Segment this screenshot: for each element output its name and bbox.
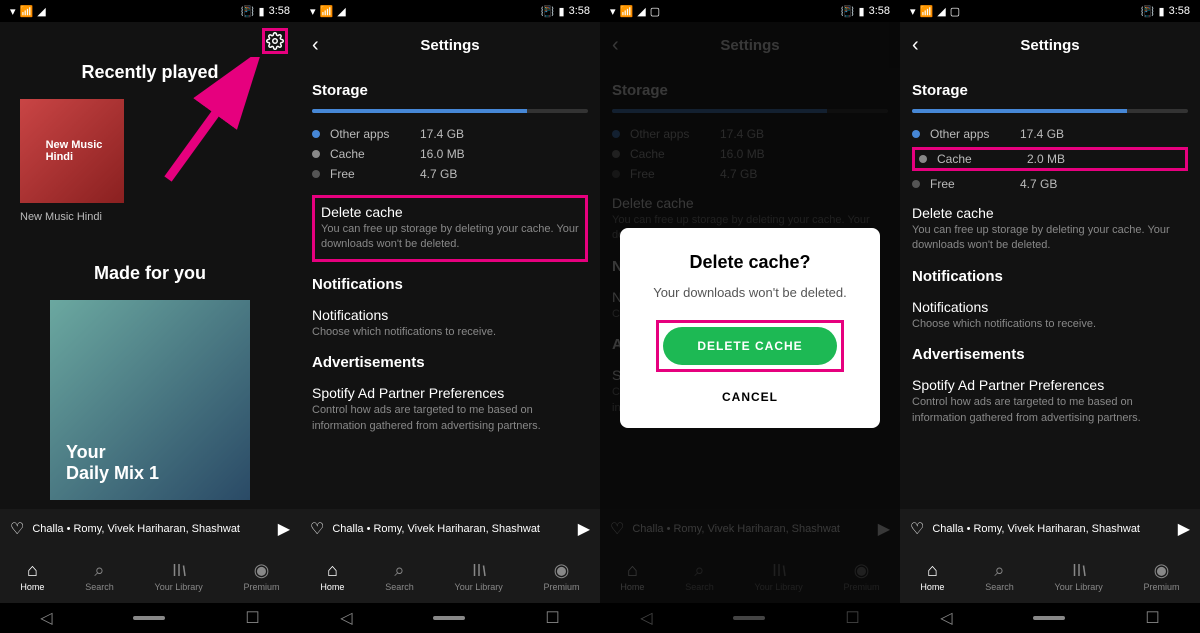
status-bar: ▾📶◢ 📳▮3:58 bbox=[300, 0, 600, 22]
nav-search[interactable]: ⌕Search bbox=[385, 560, 414, 592]
storage-cache: Cache16.0 MB bbox=[312, 147, 588, 161]
nav-search[interactable]: ⌕Search bbox=[85, 560, 114, 592]
notifications-item[interactable]: Notifications Choose which notifications… bbox=[312, 307, 588, 340]
screen-home: ▾ 📶 ◢ 📳 ▮ 3:58 Recently played New Music… bbox=[0, 0, 300, 633]
nav-search[interactable]: ⌕Search bbox=[985, 560, 1014, 592]
battery-icon: ▮ bbox=[259, 5, 265, 18]
heart-icon[interactable]: ♡ bbox=[310, 519, 324, 539]
android-recent[interactable]: ☐ bbox=[1145, 608, 1159, 628]
play-icon[interactable]: ▶ bbox=[1178, 519, 1190, 539]
ads-item[interactable]: Spotify Ad Partner Preferences Control h… bbox=[912, 377, 1188, 426]
delete-cache-button[interactable]: DELETE CACHE bbox=[663, 327, 836, 365]
heart-icon[interactable]: ♡ bbox=[10, 519, 24, 539]
play-icon[interactable]: ▶ bbox=[578, 519, 590, 539]
nav-bar: ⌂Home ⌕Search Your Library ◉Premium bbox=[300, 549, 600, 603]
status-bar: ▾ 📶 ◢ 📳 ▮ 3:58 bbox=[0, 0, 300, 22]
clock: 3:58 bbox=[269, 5, 290, 17]
search-icon: ⌕ bbox=[94, 560, 104, 580]
play-icon[interactable]: ▶ bbox=[278, 519, 290, 539]
nav-bar: ⌂Home ⌕Search Your Library ◉Premium bbox=[900, 549, 1200, 603]
now-playing-bar[interactable]: ♡ Challa • Romy, Vivek Hariharan, Shashw… bbox=[900, 509, 1200, 549]
now-playing-bar[interactable]: ♡ Challa • Romy, Vivek Hariharan, Shashw… bbox=[0, 509, 300, 549]
recently-played-title: Recently played bbox=[12, 62, 288, 83]
delete-cache-item[interactable]: Delete cache You can free up storage by … bbox=[312, 195, 588, 262]
nav-bar: ⌂Home ⌕Search Your Library ◉Premium bbox=[0, 549, 300, 603]
storage-cache: Cache2.0 MB bbox=[912, 147, 1188, 171]
modal-desc: Your downloads won't be deleted. bbox=[640, 285, 860, 300]
ads-item[interactable]: Spotify Ad Partner Preferences Control h… bbox=[312, 385, 588, 434]
android-home[interactable] bbox=[433, 616, 465, 620]
modal-title: Delete cache? bbox=[640, 252, 860, 273]
made-for-you-title: Made for you bbox=[12, 263, 288, 284]
album-new-music-hindi[interactable]: New Music Hindi bbox=[20, 99, 124, 203]
back-icon[interactable]: ‹ bbox=[312, 34, 319, 57]
android-nav: ◁ ☐ bbox=[300, 603, 600, 633]
delete-cache-item[interactable]: Delete cache You can free up storage by … bbox=[912, 205, 1188, 254]
android-back[interactable]: ◁ bbox=[940, 608, 952, 628]
nav-home[interactable]: ⌂Home bbox=[20, 560, 44, 592]
android-back[interactable]: ◁ bbox=[40, 608, 52, 628]
android-home[interactable] bbox=[1033, 616, 1065, 620]
nav-library[interactable]: Your Library bbox=[155, 560, 203, 592]
status-bar: ▾📶◢▢ 📳▮3:58 bbox=[600, 0, 900, 22]
nav-premium[interactable]: ◉Premium bbox=[1144, 560, 1180, 592]
gear-icon[interactable] bbox=[262, 28, 288, 54]
screen-settings-2: ▾📶◢▢ 📳▮3:58 ‹ Settings Storage Other app… bbox=[900, 0, 1200, 633]
back-icon[interactable]: ‹ bbox=[912, 34, 919, 57]
header: ‹ Settings bbox=[900, 22, 1200, 68]
nav-home[interactable]: ⌂Home bbox=[320, 560, 344, 592]
nav-library[interactable]: Your Library bbox=[455, 560, 503, 592]
notification-icon: ▾ bbox=[10, 5, 16, 18]
premium-icon: ◉ bbox=[254, 560, 270, 580]
status-bar: ▾📶◢▢ 📳▮3:58 bbox=[900, 0, 1200, 22]
vibrate-icon: 📳 bbox=[241, 5, 255, 18]
nav-premium[interactable]: ◉Premium bbox=[544, 560, 580, 592]
album-label: New Music Hindi bbox=[20, 211, 280, 223]
home-icon: ⌂ bbox=[27, 560, 38, 580]
daily-mix-cover[interactable]: Your Daily Mix 1 bbox=[50, 300, 250, 500]
header: ‹ Settings bbox=[300, 22, 600, 68]
screen-settings-1: ▾📶◢ 📳▮3:58 ‹ Settings Storage Other apps… bbox=[300, 0, 600, 633]
delete-cache-modal: Delete cache? Your downloads won't be de… bbox=[620, 228, 880, 428]
android-recent[interactable]: ☐ bbox=[545, 608, 559, 628]
storage-free: Free4.7 GB bbox=[312, 167, 588, 181]
storage-other-apps: Other apps17.4 GB bbox=[912, 127, 1188, 141]
storage-bar bbox=[312, 109, 588, 113]
storage-section: Storage bbox=[312, 82, 588, 99]
cancel-button[interactable]: CANCEL bbox=[640, 390, 860, 404]
android-home[interactable] bbox=[133, 616, 165, 620]
now-playing-text: Challa • Romy, Vivek Hariharan, Shashwat bbox=[32, 523, 269, 535]
notifications-item[interactable]: Notifications Choose which notifications… bbox=[912, 299, 1188, 332]
screen-modal: ▾📶◢▢ 📳▮3:58 ‹ Settings Storage Other app… bbox=[600, 0, 900, 633]
nav-home[interactable]: ⌂Home bbox=[920, 560, 944, 592]
heart-icon[interactable]: ♡ bbox=[910, 519, 924, 539]
android-back[interactable]: ◁ bbox=[340, 608, 352, 628]
android-nav: ◁ ☐ bbox=[0, 603, 300, 633]
nav-premium[interactable]: ◉Premium bbox=[244, 560, 280, 592]
modal-backdrop[interactable]: Delete cache? Your downloads won't be de… bbox=[600, 22, 900, 633]
storage-free: Free4.7 GB bbox=[912, 177, 1188, 191]
ads-section: Advertisements bbox=[312, 354, 588, 371]
now-playing-bar[interactable]: ♡ Challa • Romy, Vivek Hariharan, Shashw… bbox=[300, 509, 600, 549]
android-nav: ◁ ☐ bbox=[900, 603, 1200, 633]
page-title: Settings bbox=[420, 37, 479, 54]
nav-library[interactable]: Your Library bbox=[1055, 560, 1103, 592]
signal-icon: ◢ bbox=[37, 5, 45, 18]
wifi-icon: 📶 bbox=[20, 5, 34, 18]
android-recent[interactable]: ☐ bbox=[245, 608, 259, 628]
library-icon bbox=[170, 560, 188, 580]
storage-other-apps: Other apps17.4 GB bbox=[312, 127, 588, 141]
notifications-section: Notifications bbox=[312, 276, 588, 293]
